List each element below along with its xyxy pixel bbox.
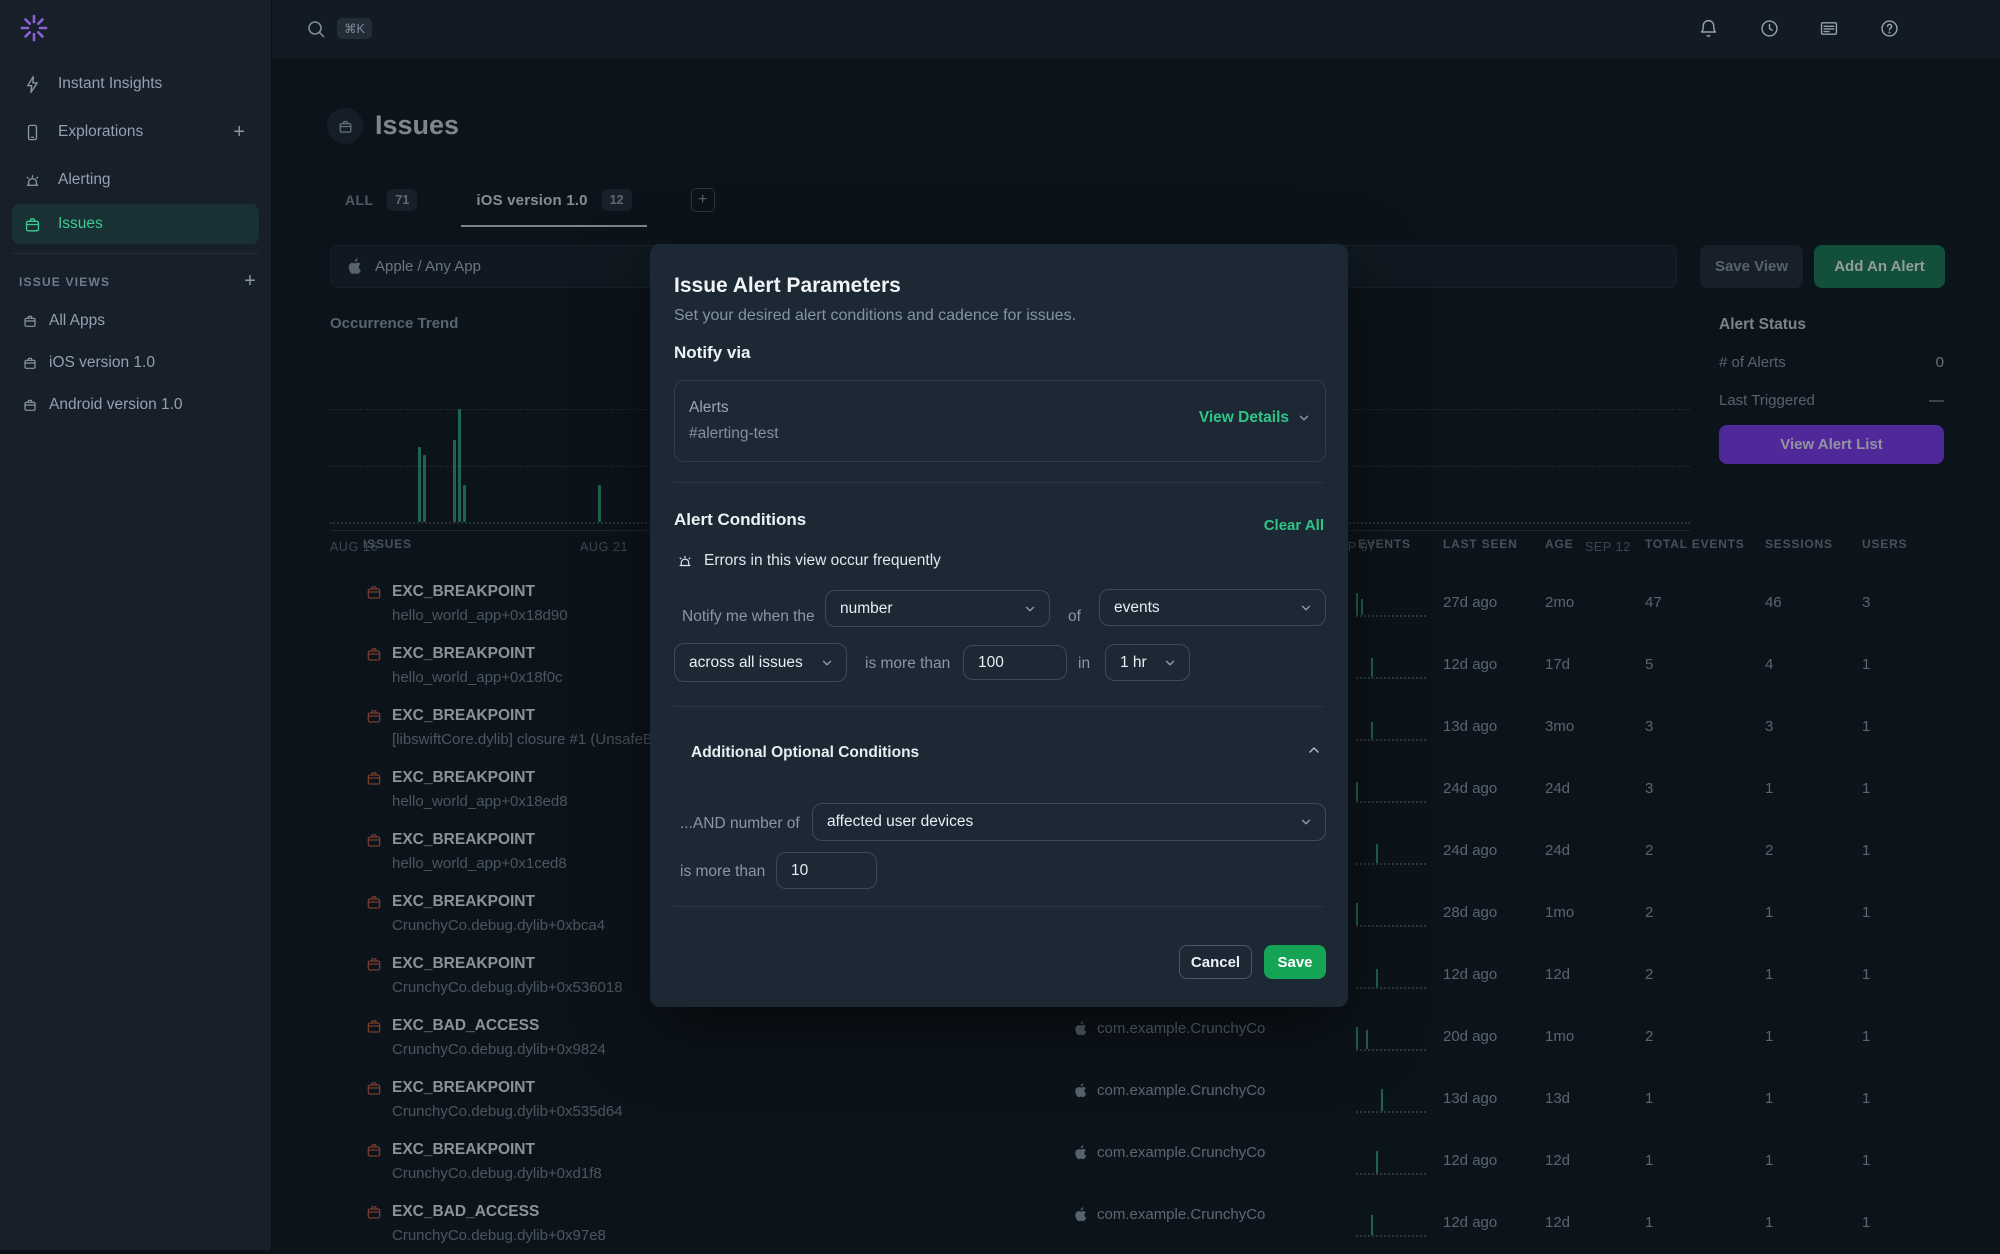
view-item-label: Android version 1.0 (49, 396, 183, 414)
dimension-dropdown[interactable]: affected user devices (812, 803, 1326, 841)
channel-name: Alerts (689, 399, 729, 417)
changelog-icon[interactable] (1818, 18, 1840, 39)
channel-target: #alerting-test (689, 425, 779, 443)
comparator-label: is more than (865, 655, 950, 673)
sidebar-item-alerting[interactable]: Alerting (12, 160, 259, 200)
additional-conditions-heading: Additional Optional Conditions (691, 744, 919, 762)
issue-alert-parameters-modal: Issue Alert Parameters Set your desired … (650, 244, 1348, 1007)
sidebar-item-label: Instant Insights (58, 75, 162, 93)
alert-conditions-heading: Alert Conditions (674, 510, 806, 530)
sidebar-item-label: Issues (58, 215, 103, 233)
sidebar-item-label: Alerting (58, 171, 111, 189)
notify-via-heading: Notify via (674, 343, 751, 363)
sidebar-item-issues[interactable]: Issues (12, 204, 259, 244)
chevron-down-icon (1023, 602, 1037, 616)
sidebar-view-item[interactable]: iOS version 1.0 (0, 342, 271, 384)
save-button[interactable]: Save (1264, 945, 1326, 979)
modal-title: Issue Alert Parameters (674, 274, 901, 298)
add-issue-view-button[interactable]: + (244, 270, 257, 293)
notifications-bell-icon[interactable] (1698, 18, 1719, 39)
modal-subtitle: Set your desired alert conditions and ca… (674, 307, 1076, 325)
sidebar: Instant Insights Explorations + Alerting… (0, 0, 272, 1250)
alarm-icon (676, 552, 694, 570)
scope-dropdown[interactable]: across all issues (674, 643, 847, 682)
divider (674, 906, 1324, 907)
notify-channel-card[interactable]: Alerts #alerting-test View Details (674, 380, 1326, 462)
cancel-button[interactable]: Cancel (1179, 945, 1252, 979)
search-icon (306, 19, 326, 39)
topbar: ⌘K MG (271, 0, 2000, 58)
threshold-input-2[interactable]: 10 (776, 852, 877, 889)
of-label: of (1068, 608, 1081, 626)
view-item-label: All Apps (49, 312, 105, 330)
sidebar-item-instant-insights[interactable]: Instant Insights (12, 64, 259, 104)
comparator-label-2: is more than (680, 863, 765, 881)
chevron-down-icon (1163, 656, 1177, 670)
and-number-of-label: ...AND number of (680, 815, 800, 833)
add-exploration-button[interactable]: + (233, 121, 245, 144)
view-details-label: View Details (1199, 409, 1289, 427)
threshold-value: 100 (964, 654, 1004, 672)
sidebar-view-item[interactable]: All Apps (0, 300, 271, 342)
threshold-value-2: 10 (777, 862, 808, 880)
unit-dropdown[interactable]: events (1099, 589, 1326, 626)
help-icon[interactable] (1879, 18, 1900, 39)
window-dropdown[interactable]: 1 hr (1105, 644, 1190, 681)
rule-summary-text: Errors in this view occur frequently (704, 552, 941, 570)
rule-summary-row: Errors in this view occur frequently (676, 552, 941, 570)
sidebar-divider (12, 253, 259, 254)
chevron-down-icon (1299, 815, 1313, 829)
issue-views-label: ISSUE VIEWS (19, 275, 110, 289)
divider (674, 706, 1324, 707)
sidebar-item-explorations[interactable]: Explorations + (12, 112, 259, 152)
search-shortcut-badge: ⌘K (337, 18, 372, 39)
issue-views-header: ISSUE VIEWS + (19, 270, 257, 293)
view-box-icon (22, 355, 38, 371)
clear-all-link[interactable]: Clear All (1264, 517, 1324, 534)
unit-value: events (1100, 599, 1160, 617)
view-box-icon (22, 313, 38, 329)
divider (674, 482, 1324, 483)
issue-views-list: All Apps iOS version 1.0 Android version… (0, 300, 271, 426)
view-item-label: iOS version 1.0 (49, 354, 155, 372)
alarm-icon (23, 171, 42, 190)
sidebar-view-item[interactable]: Android version 1.0 (0, 384, 271, 426)
sidebar-item-label: Explorations (58, 123, 143, 141)
view-details-link[interactable]: View Details (1199, 409, 1311, 427)
in-label: in (1078, 655, 1090, 673)
chevron-down-icon (1299, 601, 1313, 615)
view-box-icon (22, 397, 38, 413)
scope-value: across all issues (675, 654, 803, 672)
phone-icon (23, 123, 42, 142)
global-search[interactable]: ⌘K (306, 0, 372, 57)
notify-prefix-label: Notify me when the (682, 608, 815, 626)
metric-value: number (826, 600, 893, 618)
dimension-value: affected user devices (813, 813, 973, 831)
window-value: 1 hr (1106, 654, 1147, 672)
app-logo-icon[interactable] (18, 12, 50, 44)
threshold-input[interactable]: 100 (963, 645, 1067, 680)
chevron-down-icon (820, 656, 834, 670)
chevron-down-icon (1297, 411, 1311, 425)
metric-dropdown[interactable]: number (825, 590, 1050, 627)
issues-box-icon (23, 215, 42, 234)
history-clock-icon[interactable] (1759, 18, 1780, 39)
lightning-icon (23, 75, 42, 94)
chevron-up-icon[interactable] (1306, 742, 1322, 758)
